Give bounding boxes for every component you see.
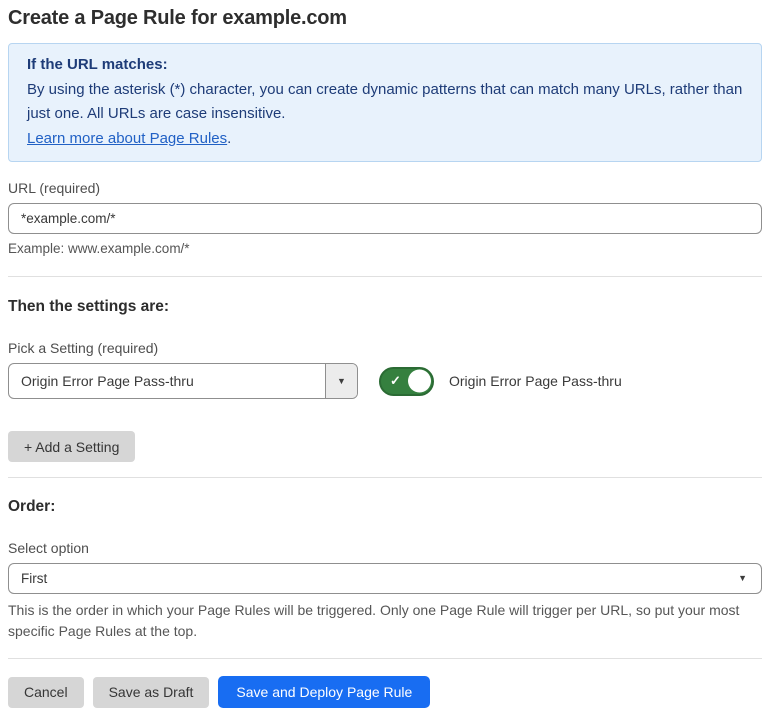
notice-body: By using the asterisk (*) character, you… <box>27 80 743 123</box>
order-section-heading: Order: <box>8 498 56 515</box>
url-input[interactable] <box>8 203 762 234</box>
order-select[interactable]: First ▼ <box>8 563 762 594</box>
setting-picker-dropdown[interactable]: Origin Error Page Pass-thru ▼ <box>8 363 358 399</box>
url-match-notice: If the URL matches: By using the asteris… <box>8 43 762 162</box>
order-select-value: First <box>21 571 48 586</box>
cancel-button[interactable]: Cancel <box>8 676 84 708</box>
url-field-label: URL (required) <box>8 180 101 196</box>
caret-down-icon: ▼ <box>738 573 747 583</box>
setting-picker-value: Origin Error Page Pass-thru <box>21 373 194 389</box>
page-title: Create a Page Rule for example.com <box>8 7 347 29</box>
toggle-label: Origin Error Page Pass-thru <box>449 373 622 389</box>
url-example-hint: Example: www.example.com/* <box>8 241 190 256</box>
learn-more-link[interactable]: Learn more about Page Rules <box>27 130 227 147</box>
form-actions: Cancel Save as Draft Save and Deploy Pag… <box>8 676 762 708</box>
setting-row: Origin Error Page Pass-thru ▼ ✓ Origin E… <box>8 363 762 399</box>
save-as-draft-button[interactable]: Save as Draft <box>92 676 210 708</box>
page-rule-form: Create a Page Rule for example.com If th… <box>0 0 770 708</box>
caret-down-icon: ▼ <box>337 375 346 386</box>
notice-link-line: Learn more about Page Rules. <box>27 127 743 152</box>
pick-setting-label: Pick a Setting (required) <box>8 340 159 356</box>
divider <box>8 477 762 478</box>
divider <box>8 658 762 659</box>
select-option-label: Select option <box>8 540 89 556</box>
origin-error-page-toggle[interactable]: ✓ <box>379 366 434 396</box>
check-icon: ✓ <box>390 373 401 388</box>
settings-section-heading: Then the settings are: <box>8 298 170 315</box>
toggle-knob <box>408 369 431 393</box>
divider <box>8 276 762 277</box>
save-and-deploy-button[interactable]: Save and Deploy Page Rule <box>218 676 431 708</box>
notice-heading: If the URL matches: <box>27 56 168 73</box>
add-setting-button[interactable]: + Add a Setting <box>8 431 136 462</box>
dropdown-arrow-button[interactable]: ▼ <box>325 364 357 398</box>
order-help-text: This is the order in which your Page Rul… <box>8 602 740 639</box>
notice-link-suffix: . <box>227 129 232 147</box>
